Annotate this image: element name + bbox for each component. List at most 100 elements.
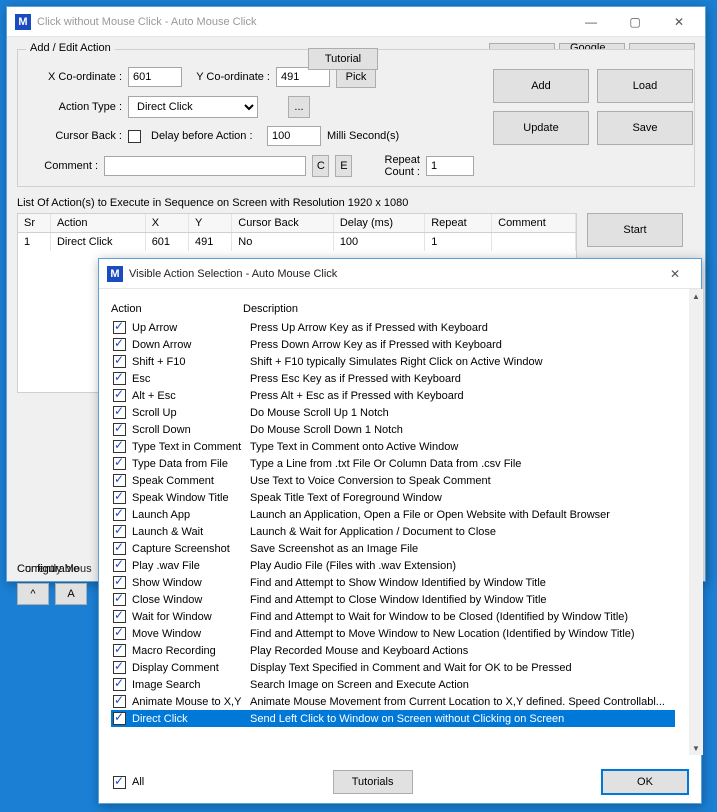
list-item[interactable]: Shift + F10Shift + F10 typically Simulat… <box>111 353 675 370</box>
list-item[interactable]: Type Text in CommentType Text in Comment… <box>111 438 675 455</box>
list-item-checkbox[interactable] <box>113 406 126 419</box>
list-item[interactable]: Alt + EscPress Alt + Esc as if Pressed w… <box>111 387 675 404</box>
list-item-checkbox[interactable] <box>113 525 126 538</box>
table-col-header[interactable]: Comment <box>492 214 576 233</box>
table-row[interactable]: 1Direct Click601491No1001 <box>18 233 576 252</box>
table-col-header[interactable]: Delay (ms) <box>333 214 424 233</box>
repeat-count-input[interactable] <box>426 156 474 176</box>
y-coord-input[interactable] <box>276 67 330 87</box>
list-item[interactable]: Wait for WindowFind and Attempt to Wait … <box>111 608 675 625</box>
caret-button[interactable]: ^ <box>17 583 49 605</box>
tutorials-button[interactable]: Tutorials <box>333 770 413 794</box>
app-logo-icon: M <box>107 266 123 282</box>
action-list-header: List Of Action(s) to Execute in Sequence… <box>17 197 695 209</box>
scroll-up-icon[interactable]: ▲ <box>689 289 703 303</box>
list-item-checkbox[interactable] <box>113 661 126 674</box>
scrollbar[interactable]: ▲ ▼ <box>689 289 703 755</box>
list-item[interactable]: Launch AppLaunch an Application, Open a … <box>111 506 675 523</box>
start-button[interactable]: Start <box>587 213 683 247</box>
table-col-header[interactable]: Sr <box>18 214 50 233</box>
list-item[interactable]: Animate Mouse to X,YAnimate Mouse Moveme… <box>111 693 675 710</box>
list-item[interactable]: Play .wav FilePlay Audio File (Files wit… <box>111 557 675 574</box>
table-col-header[interactable]: Repeat <box>425 214 492 233</box>
cursor-back-checkbox[interactable] <box>128 130 141 143</box>
delay-label: Delay before Action : <box>151 130 261 142</box>
list-item-checkbox[interactable] <box>113 678 126 691</box>
list-item-checkbox[interactable] <box>113 593 126 606</box>
list-item-checkbox[interactable] <box>113 372 126 385</box>
list-item-checkbox[interactable] <box>113 321 126 334</box>
list-item-checkbox[interactable] <box>113 338 126 351</box>
update-button[interactable]: Update <box>493 111 589 145</box>
list-item-checkbox[interactable] <box>113 491 126 504</box>
list-item-checkbox[interactable] <box>113 440 126 453</box>
x-coord-label: X Co-ordinate : <box>26 71 122 83</box>
list-item[interactable]: Close WindowFind and Attempt to Close Wi… <box>111 591 675 608</box>
list-item-checkbox[interactable] <box>113 610 126 623</box>
scroll-down-icon[interactable]: ▼ <box>689 741 703 755</box>
list-item-checkbox[interactable] <box>113 474 126 487</box>
list-item-checkbox[interactable] <box>113 508 126 521</box>
list-item[interactable]: Launch & WaitLaunch & Wait for Applicati… <box>111 523 675 540</box>
list-item[interactable]: Direct ClickSend Left Click to Window on… <box>111 710 675 727</box>
list-item[interactable]: Macro RecordingPlay Recorded Mouse and K… <box>111 642 675 659</box>
list-item-description: Type Text in Comment onto Active Window <box>250 441 675 453</box>
list-item[interactable]: Capture ScreenshotSave Screenshot as an … <box>111 540 675 557</box>
x-coord-input[interactable] <box>128 67 182 87</box>
action-list[interactable]: Up ArrowPress Up Arrow Key as if Pressed… <box>111 319 689 761</box>
list-item[interactable]: Scroll DownDo Mouse Scroll Down 1 Notch <box>111 421 675 438</box>
list-item[interactable]: Speak CommentUse Text to Voice Conversio… <box>111 472 675 489</box>
list-item-checkbox[interactable] <box>113 423 126 436</box>
list-item-action: Animate Mouse to X,Y <box>132 696 250 708</box>
list-item[interactable]: Type Data from FileType a Line from .txt… <box>111 455 675 472</box>
action-type-more-button[interactable]: ... <box>288 96 310 118</box>
main-titlebar[interactable]: M Click without Mouse Click - Auto Mouse… <box>7 7 705 37</box>
dialog-close-button[interactable]: ✕ <box>653 260 697 288</box>
list-item-description: Do Mouse Scroll Up 1 Notch <box>250 407 675 419</box>
e-button[interactable]: E <box>335 155 352 177</box>
list-item[interactable]: Speak Window TitleSpeak Title Text of Fo… <box>111 489 675 506</box>
list-item-checkbox[interactable] <box>113 355 126 368</box>
close-button[interactable]: ✕ <box>657 8 701 36</box>
list-item-checkbox[interactable] <box>113 542 126 555</box>
list-item[interactable]: Scroll UpDo Mouse Scroll Up 1 Notch <box>111 404 675 421</box>
list-item-checkbox[interactable] <box>113 644 126 657</box>
delay-input[interactable] <box>267 126 321 146</box>
action-type-select[interactable]: Direct Click <box>128 96 258 118</box>
c-button[interactable]: C <box>312 155 329 177</box>
list-item-description: Send Left Click to Window on Screen with… <box>250 713 675 725</box>
list-item[interactable]: Down ArrowPress Down Arrow Key as if Pre… <box>111 336 675 353</box>
list-item-checkbox[interactable] <box>113 457 126 470</box>
list-item-action: Show Window <box>132 577 250 589</box>
table-col-header[interactable]: Action <box>50 214 145 233</box>
list-item-checkbox[interactable] <box>113 389 126 402</box>
dialog-titlebar[interactable]: M Visible Action Selection - Auto Mouse … <box>99 259 701 289</box>
list-item[interactable]: EscPress Esc Key as if Pressed with Keyb… <box>111 370 675 387</box>
list-item-checkbox[interactable] <box>113 695 126 708</box>
table-col-header[interactable]: Y <box>188 214 231 233</box>
save-button[interactable]: Save <box>597 111 693 145</box>
list-item-checkbox[interactable] <box>113 576 126 589</box>
maximize-button[interactable]: ▢ <box>613 8 657 36</box>
add-button[interactable]: Add <box>493 69 589 103</box>
load-button[interactable]: Load <box>597 69 693 103</box>
list-item-description: Press Esc Key as if Pressed with Keyboar… <box>250 373 675 385</box>
all-checkbox[interactable] <box>113 776 126 789</box>
list-item-checkbox[interactable] <box>113 712 126 725</box>
list-item[interactable]: Show WindowFind and Attempt to Show Wind… <box>111 574 675 591</box>
a-button[interactable]: A <box>55 583 87 605</box>
ok-button[interactable]: OK <box>601 769 689 795</box>
minimize-button[interactable]: — <box>569 8 613 36</box>
list-item-checkbox[interactable] <box>113 559 126 572</box>
action-type-label: Action Type : <box>26 101 122 113</box>
table-col-header[interactable]: X <box>145 214 188 233</box>
list-item[interactable]: Display CommentDisplay Text Specified in… <box>111 659 675 676</box>
tutorial-button[interactable]: Tutorial <box>308 48 378 70</box>
list-item[interactable]: Image SearchSearch Image on Screen and E… <box>111 676 675 693</box>
comment-input[interactable] <box>104 156 306 176</box>
list-item-checkbox[interactable] <box>113 627 126 640</box>
table-col-header[interactable]: Cursor Back <box>232 214 334 233</box>
list-item[interactable]: Up ArrowPress Up Arrow Key as if Pressed… <box>111 319 675 336</box>
list-item[interactable]: Move WindowFind and Attempt to Move Wind… <box>111 625 675 642</box>
list-item-action: Display Comment <box>132 662 250 674</box>
